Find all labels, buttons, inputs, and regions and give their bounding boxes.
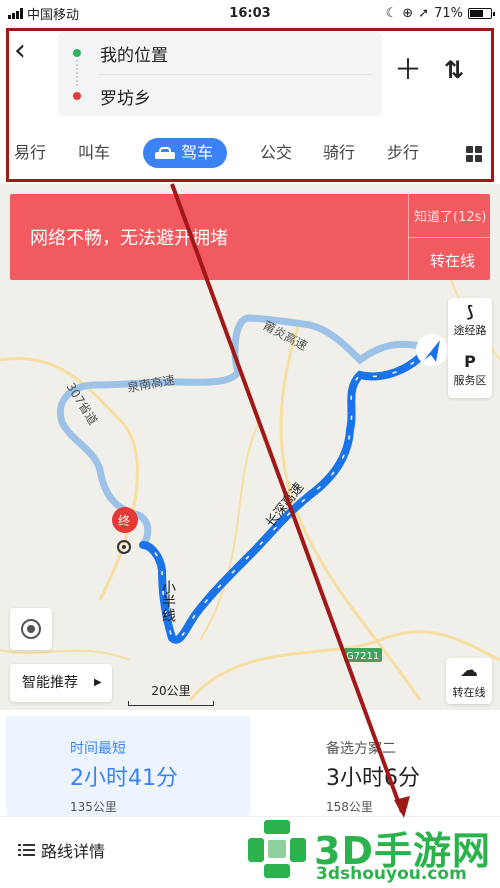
banner-message: 网络不畅，无法避开拥堵	[30, 228, 228, 249]
watermark-logo-icon	[248, 820, 306, 878]
tab-yixing[interactable]: 易行	[14, 138, 46, 168]
status-right: ☾ ⊕ ➚ 71%	[385, 5, 495, 21]
tab-transit[interactable]: 公交	[260, 138, 292, 168]
road-label: 泉南高速	[126, 372, 176, 395]
scale-bar	[128, 701, 214, 706]
more-modes-icon[interactable]	[466, 146, 482, 162]
route-search-card: ‹ 我的位置 罗坊乡 ＋ ⇅ 易行 叫车 驾车 公交 骑行 步行	[0, 26, 500, 184]
tab-taxi[interactable]: 叫车	[78, 138, 110, 168]
tab-drive[interactable]: 驾车	[143, 138, 228, 168]
road-label: G7211	[346, 651, 379, 662]
smart-recommend-button[interactable]: 智能推荐 ▶	[10, 664, 112, 702]
destination-text: 罗坊乡	[100, 88, 151, 109]
alternate-route-line[interactable]	[57, 314, 432, 549]
route-waypoint-icon: ⟆	[466, 302, 474, 321]
turn-online-label: 转在线	[452, 686, 486, 699]
tab-walking[interactable]: 步行	[387, 138, 419, 168]
scale-label: 20公里	[151, 684, 191, 698]
service-area-button[interactable]: P 服务区	[448, 352, 492, 388]
road-label: 小半线	[160, 580, 176, 622]
back-button[interactable]: ‹	[14, 34, 44, 70]
signal-icon	[8, 7, 23, 19]
route-option-label: 备选方案二	[326, 741, 396, 757]
banner-divider	[408, 237, 490, 238]
destination-point-center	[122, 545, 126, 549]
battery-fill	[470, 9, 484, 17]
route-option-label: 时间最短	[70, 741, 126, 757]
carrier-info: 中国移动	[8, 4, 79, 23]
watermark: 3D手游网 3dshouyou.com	[246, 814, 500, 888]
battery-icon	[468, 7, 495, 19]
add-waypoint-button[interactable]: ＋	[394, 56, 422, 84]
switch-online-button[interactable]: 转在线	[430, 250, 475, 271]
transport-tabs: 易行 叫车 驾车 公交 骑行 步行	[0, 134, 500, 172]
car-icon	[155, 147, 175, 159]
play-arrow-icon: ▶	[94, 677, 102, 688]
locate-me-button[interactable]	[10, 608, 52, 650]
destination-field[interactable]: 罗坊乡	[58, 76, 382, 116]
origin-field[interactable]: 我的位置	[58, 33, 382, 73]
swap-route-button[interactable]: ⇅	[444, 56, 464, 84]
minor-road	[199, 419, 261, 641]
parking-icon: P	[464, 352, 476, 371]
route-details-button[interactable]: 路线详情	[18, 838, 105, 862]
route-option-1[interactable]: 时间最短 2小时41分 135公里	[6, 716, 250, 816]
destination-dot-icon	[73, 92, 81, 100]
route-option-duration: 3小时6分	[326, 766, 420, 791]
route-option-distance: 158公里	[326, 800, 373, 814]
route-input-box: 我的位置 罗坊乡	[58, 32, 382, 116]
waypoint-button[interactable]: ⟆ 途经路	[448, 302, 492, 338]
battery-percent: 71%	[434, 5, 463, 21]
field-divider	[98, 74, 372, 75]
status-bar: 中国移动 16:03 ☾ ⊕ ➚ 71%	[0, 0, 500, 26]
waypoint-label: 途经路	[453, 324, 487, 337]
map-scale: 20公里	[128, 682, 214, 706]
origin-text: 我的位置	[100, 45, 168, 66]
tab-cycling[interactable]: 骑行	[323, 138, 355, 168]
service-label: 服务区	[453, 374, 487, 387]
route-details-label: 路线详情	[41, 842, 106, 861]
locate-icon-center	[27, 625, 35, 633]
dismiss-button[interactable]: 知道了(12s)	[414, 206, 486, 225]
location-arrow-icon: ➚	[418, 5, 430, 21]
minor-road	[279, 319, 422, 701]
moon-icon: ☾	[385, 5, 398, 21]
route-option-duration: 2小时41分	[70, 766, 178, 791]
map-side-buttons: ⟆ 途经路 P 服务区	[448, 298, 492, 398]
turn-online-button[interactable]: ☁ 转在线	[446, 658, 492, 704]
route-option-2[interactable]: 备选方案二 3小时6分 158公里	[250, 716, 500, 816]
watermark-url: 3dshouyou.com	[316, 864, 467, 884]
orientation-lock-icon: ⊕	[402, 5, 414, 21]
cloud-icon: ☁	[460, 660, 478, 681]
carrier-name: 中国移动	[27, 7, 80, 23]
smart-recommend-label: 智能推荐	[22, 675, 78, 691]
tab-drive-label: 驾车	[181, 143, 214, 162]
minor-road	[0, 649, 131, 661]
origin-dot-icon	[73, 49, 81, 57]
network-warning-banner: 网络不畅，无法避开拥堵 知道了(12s) 转在线	[10, 194, 490, 280]
list-icon	[18, 844, 35, 856]
route-option-distance: 135公里	[70, 800, 117, 814]
end-marker-label: 终	[118, 513, 130, 528]
